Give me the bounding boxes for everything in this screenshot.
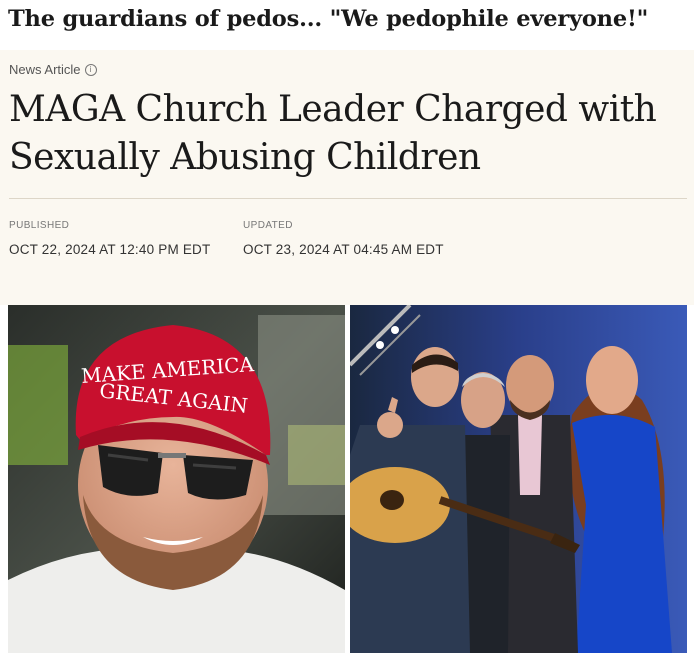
published-label: PUBLISHED bbox=[9, 220, 70, 231]
article-header: News Article i MAGA Church Leader Charge… bbox=[0, 50, 694, 305]
updated-label: UPDATED bbox=[243, 220, 293, 231]
article-headline: MAGA Church Leader Charged with Sexually… bbox=[9, 86, 684, 182]
divider bbox=[9, 198, 687, 199]
category-label: News Article bbox=[9, 62, 81, 77]
headline-line-1: MAGA Church Leader Charged with bbox=[9, 89, 657, 130]
headline-line-2: Sexually Abusing Children bbox=[9, 137, 481, 178]
meme-caption-bar: The guardians of pedos... "We pedophile … bbox=[0, 0, 694, 50]
published-date: OCT 22, 2024 AT 12:40 PM EDT bbox=[9, 242, 211, 257]
photo-man-in-red-cap: MAKE AMERICA GREAT AGAIN bbox=[8, 305, 345, 653]
updated-date: OCT 23, 2024 AT 04:45 AM EDT bbox=[243, 242, 444, 257]
article-category: News Article i bbox=[9, 62, 97, 77]
info-icon[interactable]: i bbox=[84, 63, 97, 76]
article-photos: MAKE AMERICA GREAT AGAIN bbox=[0, 305, 694, 653]
meme-caption: The guardians of pedos... "We pedophile … bbox=[8, 6, 649, 32]
photo-group-on-stage bbox=[350, 305, 687, 653]
